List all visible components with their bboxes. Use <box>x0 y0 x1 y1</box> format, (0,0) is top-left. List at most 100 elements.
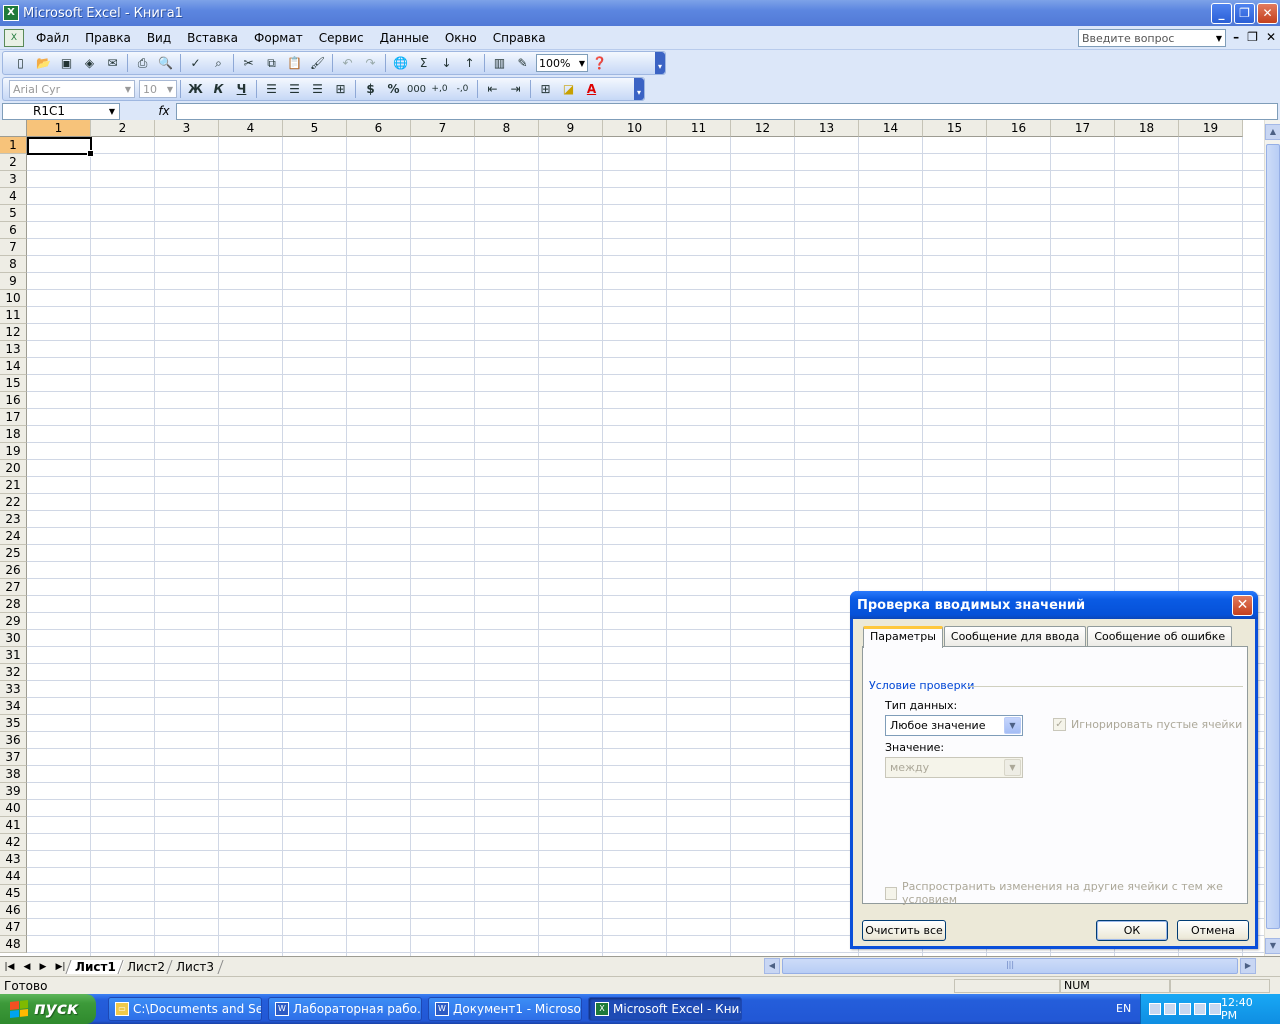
sheet-tab-2[interactable]: Лист2 <box>117 959 174 974</box>
row-header[interactable]: 27 <box>0 579 27 596</box>
sort-descending-icon[interactable]: ↑ <box>458 53 481 73</box>
hyperlink-icon[interactable]: 🌐 <box>389 53 412 73</box>
row-header[interactable]: 20 <box>0 460 27 477</box>
active-cell[interactable] <box>27 137 94 157</box>
scroll-right-icon[interactable]: ▶ <box>1240 958 1256 974</box>
taskbar-item-explorer[interactable]: ▭ C:\Documents and Se... <box>108 997 262 1021</box>
ignore-blank-checkbox[interactable]: ✓ Игнорировать пустые ячейки <box>1053 718 1242 731</box>
taskbar-item-word-doc[interactable]: W Документ1 - Microso... <box>428 997 582 1021</box>
permission-icon[interactable]: ◈ <box>78 53 101 73</box>
align-left-icon[interactable]: ☰ <box>260 79 283 99</box>
select-all-button[interactable] <box>0 120 27 137</box>
redo-icon[interactable]: ↷ <box>359 53 382 73</box>
ask-question-input[interactable]: Введите вопрос ▼ <box>1078 29 1226 47</box>
menu-file[interactable]: Файл <box>28 29 77 47</box>
next-sheet-icon[interactable]: ▶ <box>40 962 47 972</box>
column-header[interactable]: 5 <box>283 120 347 137</box>
row-header[interactable]: 17 <box>0 409 27 426</box>
formula-input[interactable] <box>176 102 1278 120</box>
menu-edit[interactable]: Правка <box>77 29 139 47</box>
bold-button[interactable]: Ж <box>184 79 207 99</box>
taskbar-item-excel[interactable]: X Microsoft Excel - Кни... <box>588 997 742 1021</box>
column-header[interactable]: 17 <box>1051 120 1115 137</box>
percent-button[interactable]: % <box>382 79 405 99</box>
menu-data[interactable]: Данные <box>372 29 437 47</box>
row-header[interactable]: 11 <box>0 307 27 324</box>
prev-sheet-icon[interactable]: ◀ <box>24 962 31 972</box>
row-header[interactable]: 37 <box>0 749 27 766</box>
row-header[interactable]: 40 <box>0 800 27 817</box>
first-sheet-icon[interactable]: |◀ <box>5 962 15 972</box>
row-header[interactable]: 7 <box>0 239 27 256</box>
restore-button[interactable]: ❐ <box>1234 3 1255 24</box>
tab-error-alert[interactable]: Сообщение об ошибке <box>1087 626 1233 647</box>
print-icon[interactable]: ⎙ <box>131 53 154 73</box>
column-header[interactable]: 8 <box>475 120 539 137</box>
font-size-combo[interactable]: 10 ▼ <box>139 80 177 98</box>
menu-window[interactable]: Окно <box>437 29 485 47</box>
chevron-down-icon[interactable]: ▼ <box>1216 34 1222 43</box>
decrease-decimal-icon[interactable]: -,0 <box>451 79 474 99</box>
cancel-button[interactable]: Отмена <box>1177 920 1249 941</box>
zoom-combo[interactable]: 100% ▼ <box>536 54 588 72</box>
column-header[interactable]: 16 <box>987 120 1051 137</box>
last-sheet-icon[interactable]: ▶| <box>55 962 65 972</box>
increase-indent-icon[interactable]: ⇥ <box>504 79 527 99</box>
fill-color-icon[interactable]: ◪ <box>557 79 580 99</box>
row-header[interactable]: 10 <box>0 290 27 307</box>
ok-button[interactable]: ОК <box>1096 920 1168 941</box>
align-right-icon[interactable]: ☰ <box>306 79 329 99</box>
undo-icon[interactable]: ↶ <box>336 53 359 73</box>
row-header[interactable]: 8 <box>0 256 27 273</box>
scroll-left-icon[interactable]: ◀ <box>764 958 780 974</box>
row-header[interactable]: 29 <box>0 613 27 630</box>
display-icon[interactable] <box>1209 1003 1221 1015</box>
italic-button[interactable]: К <box>207 79 230 99</box>
paste-icon[interactable]: 📋 <box>283 53 306 73</box>
row-header[interactable]: 28 <box>0 596 27 613</box>
row-header[interactable]: 6 <box>0 222 27 239</box>
taskbar-item-word-lab[interactable]: W Лабораторная рабо... <box>268 997 422 1021</box>
data-type-select[interactable]: Любое значение ▼ <box>885 715 1023 736</box>
excel-icon[interactable]: X <box>3 5 19 21</box>
workbook-minimize-button[interactable]: – <box>1233 30 1239 44</box>
drawing-icon[interactable]: ✎ <box>511 53 534 73</box>
thousands-button[interactable]: 000 <box>405 79 428 99</box>
workbook-icon[interactable]: X <box>4 28 24 47</box>
copy-icon[interactable]: ⧉ <box>260 53 283 73</box>
column-header[interactable]: 12 <box>731 120 795 137</box>
row-header[interactable]: 13 <box>0 341 27 358</box>
print-preview-icon[interactable]: 🔍 <box>154 53 177 73</box>
email-icon[interactable]: ✉ <box>101 53 124 73</box>
tray-expand-icon[interactable] <box>1149 1003 1161 1015</box>
save-icon[interactable]: ▣ <box>55 53 78 73</box>
new-icon[interactable]: ▯ <box>9 53 32 73</box>
minimize-button[interactable]: _ <box>1211 3 1232 24</box>
insert-function-icon[interactable]: fx <box>152 104 176 118</box>
row-header[interactable]: 38 <box>0 766 27 783</box>
row-header[interactable]: 46 <box>0 902 27 919</box>
row-header[interactable]: 12 <box>0 324 27 341</box>
chevron-down-icon[interactable]: ▼ <box>1004 759 1021 776</box>
open-icon[interactable]: 📂 <box>32 53 55 73</box>
horizontal-scrollbar[interactable]: ◀ ||| ▶ <box>764 958 1256 974</box>
sheet-tab-3[interactable]: Лист3 <box>166 959 224 974</box>
menu-insert[interactable]: Вставка <box>179 29 246 47</box>
column-header[interactable]: 11 <box>667 120 731 137</box>
sort-ascending-icon[interactable]: ↓ <box>435 53 458 73</box>
row-header[interactable]: 2 <box>0 154 27 171</box>
chevron-down-icon[interactable]: ▼ <box>109 107 115 116</box>
align-center-icon[interactable]: ☰ <box>283 79 306 99</box>
chart-wizard-icon[interactable]: ▥ <box>488 53 511 73</box>
column-header[interactable]: 1 <box>27 120 91 137</box>
row-header[interactable]: 34 <box>0 698 27 715</box>
merge-center-icon[interactable]: ⊞ <box>329 79 352 99</box>
row-header[interactable]: 45 <box>0 885 27 902</box>
column-header[interactable]: 14 <box>859 120 923 137</box>
column-header[interactable]: 2 <box>91 120 155 137</box>
workbook-restore-button[interactable]: ❐ <box>1247 30 1258 44</box>
font-name-combo[interactable]: Arial Cyr ▼ <box>9 80 135 98</box>
research-icon[interactable]: ⌕ <box>207 53 230 73</box>
row-header[interactable]: 15 <box>0 375 27 392</box>
row-header[interactable]: 35 <box>0 715 27 732</box>
